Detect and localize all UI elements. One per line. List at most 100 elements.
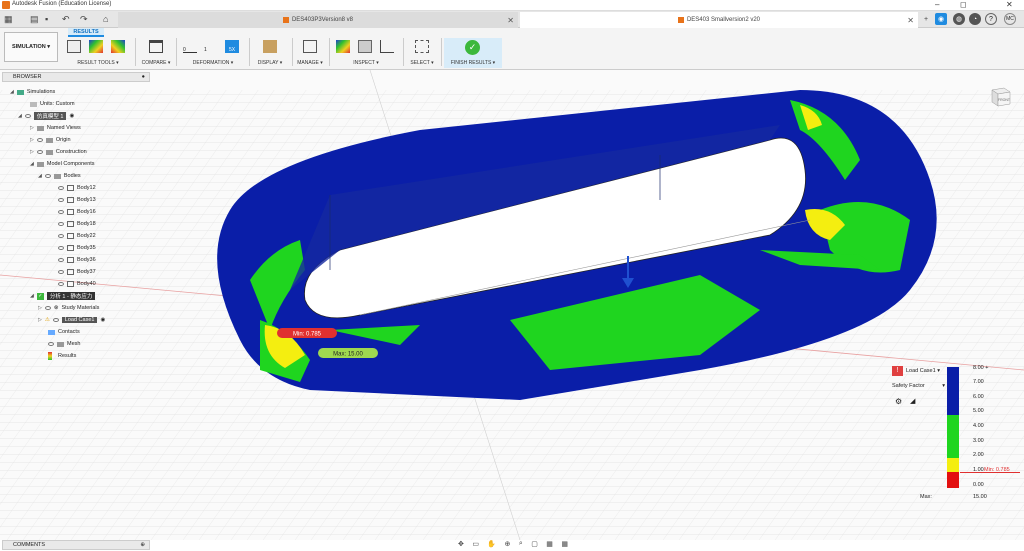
legend-options-icon[interactable]: ◢	[910, 397, 915, 405]
results-legend: ! Load Case1 ▾ Safety Factor ▾ ⚙ ◢ 8.00 …	[890, 363, 1024, 503]
redo-icon[interactable]: ↷	[80, 14, 88, 25]
user-avatar[interactable]: MC	[1004, 13, 1016, 25]
close-window-button[interactable]: ✕	[1006, 0, 1013, 9]
tab-des403-small[interactable]: DES403 Smallversion2 v20 ✕	[520, 12, 918, 28]
legend-color-bar	[947, 367, 959, 488]
tab-label: DES403P3Version8 v8	[291, 17, 354, 23]
browser-header[interactable]: BROWSER ●	[2, 72, 150, 82]
grid-settings-icon[interactable]: ▦	[546, 540, 553, 548]
minimize-button[interactable]: –	[935, 0, 939, 9]
max-probe[interactable]: Max: 15.00	[318, 348, 378, 358]
display-group[interactable]: DISPLAY ▾	[252, 38, 288, 68]
select-icon[interactable]	[415, 40, 429, 53]
pan-icon[interactable]: ✋	[487, 540, 496, 548]
workspace-switcher[interactable]: SIMULATION ▾	[4, 32, 58, 62]
save-icon[interactable]: ▪	[45, 14, 48, 24]
extensions-icon[interactable]: ◉	[935, 13, 947, 25]
tree-bodies[interactable]: ◢ Bodies	[38, 171, 81, 181]
tree-simulations[interactable]: ◢ Simulations	[10, 87, 55, 97]
notifications-icon[interactable]: ◔	[969, 13, 981, 25]
look-at-icon[interactable]: ▭	[472, 540, 479, 548]
probe-icon[interactable]	[336, 40, 350, 53]
help-button[interactable]: ?	[985, 13, 997, 25]
tab-results[interactable]: RESULTS	[68, 28, 104, 37]
legend-tick: 2.00	[973, 452, 984, 458]
viewports-icon[interactable]: ▦	[561, 540, 568, 548]
tree-body[interactable]: Body40	[58, 279, 96, 289]
view-cube[interactable]: FRONT	[988, 82, 1012, 108]
svg-text:Max: 15.00: Max: 15.00	[333, 352, 363, 358]
tree-mesh[interactable]: Mesh	[48, 339, 80, 349]
surface-plot-icon[interactable]	[111, 40, 125, 53]
deform-scale-icon[interactable]: 5X	[225, 40, 239, 53]
tree-body[interactable]: Body36	[58, 255, 96, 265]
home-icon[interactable]: ⌂	[103, 14, 108, 24]
result-tools-group[interactable]: RESULT TOOLS ▾	[63, 38, 133, 68]
undo-icon[interactable]: ↶	[62, 14, 70, 25]
browser-panel: BROWSER ● ◢ Simulations Units: Custom ◢ 仿真…	[0, 72, 151, 366]
legend-tick: 4.00	[973, 423, 984, 429]
manage-group[interactable]: MANAGE ▾	[294, 38, 326, 68]
svg-text:Min: 0.785: Min: 0.785	[293, 332, 322, 338]
deformation-group[interactable]: 0 1 5X DEFORMATION ▾	[180, 38, 246, 68]
legend-tick: 6.00	[973, 394, 984, 400]
result-table-icon[interactable]	[67, 40, 81, 53]
close-tab-button[interactable]: ✕	[907, 16, 914, 25]
tree-body[interactable]: Body35	[58, 243, 96, 253]
legend-tick: 0.00	[973, 482, 984, 488]
maximize-button[interactable]: ◻	[960, 0, 967, 9]
close-tab-button[interactable]: ✕	[507, 16, 514, 25]
tree-study[interactable]: ◢ ✓ 分析 1 - 静态应力	[30, 291, 96, 301]
finish-results-group[interactable]: ✓ FINISH RESULTS ▾	[444, 38, 502, 68]
design-cube-icon	[282, 17, 289, 23]
display-icon[interactable]	[263, 40, 277, 53]
tree-study-materials[interactable]: ▷ ⊗ Study Materials	[38, 303, 99, 313]
tree-load-case[interactable]: ▷ ⚠ Load Case1 ◉	[38, 315, 105, 325]
tree-body[interactable]: Body18	[58, 219, 96, 229]
manage-icon[interactable]	[303, 40, 317, 53]
select-group[interactable]: SELECT ▾	[406, 38, 438, 68]
tree-model-components[interactable]: ◢ Model Components	[30, 159, 95, 169]
compare-icon[interactable]	[149, 40, 163, 53]
fusion-logo-icon	[2, 1, 10, 9]
min-probe[interactable]: Min: 0.785	[277, 328, 337, 338]
tree-body[interactable]: Body37	[58, 267, 96, 277]
orbit-icon[interactable]: ✥	[458, 540, 464, 548]
new-tab-button[interactable]: +	[920, 13, 932, 25]
compare-group[interactable]: COMPARE ▾	[138, 38, 174, 68]
measure-icon[interactable]	[380, 40, 394, 53]
tree-results[interactable]: Results	[48, 351, 76, 361]
ribbon-toolbar: SIMULATION ▾ RESULTS RESULT TOOLS ▾ COMP…	[0, 28, 1024, 70]
tree-body[interactable]: Body13	[58, 195, 96, 205]
fit-icon[interactable]: ⌕	[519, 540, 523, 548]
zoom-icon[interactable]: ⊕	[505, 540, 511, 548]
section-icon[interactable]	[358, 40, 372, 53]
tree-construction[interactable]: ▷ Construction	[30, 147, 87, 157]
comments-panel[interactable]: COMMENTS ⊕	[2, 540, 150, 550]
job-status-icon[interactable]: ◍	[953, 13, 965, 25]
deform-off-icon[interactable]: 0	[183, 40, 197, 53]
tree-sim-model[interactable]: ◢ 仿真模型 1 ◉	[18, 111, 74, 121]
settings-gear-icon[interactable]: ⚙	[895, 397, 902, 406]
tree-body[interactable]: Body12	[58, 183, 96, 193]
browser-pin-icon[interactable]: ●	[142, 73, 145, 81]
deform-actual-icon[interactable]: 1	[204, 40, 218, 53]
tree-body[interactable]: Body16	[58, 207, 96, 217]
result-type-select[interactable]: Safety Factor ▾	[892, 383, 945, 389]
finish-check-icon[interactable]: ✓	[465, 40, 480, 55]
tab-des403p3[interactable]: DES403P3Version8 v8 ✕	[118, 12, 518, 28]
inspect-group[interactable]: INSPECT ▾	[332, 38, 400, 68]
display-settings-icon[interactable]: ▢	[531, 540, 538, 548]
tree-units[interactable]: Units: Custom	[30, 99, 75, 109]
tree-body[interactable]: Body22	[58, 231, 96, 241]
load-case-selector[interactable]: ! Load Case1 ▾	[892, 366, 940, 376]
comments-pin-icon[interactable]: ⊕	[140, 541, 145, 549]
tree-origin[interactable]: ▷ Origin	[30, 135, 71, 145]
graphics-viewport[interactable]: Min: 0.785 Max: 15.00	[0, 70, 1024, 540]
legend-max-value: 15.00	[973, 494, 987, 500]
file-menu-icon[interactable]: ▤	[30, 14, 39, 25]
plot-icon[interactable]	[89, 40, 103, 53]
data-panel-icon[interactable]: ▦	[4, 14, 13, 25]
tree-named-views[interactable]: ▷ Named Views	[30, 123, 81, 133]
tree-contacts[interactable]: Contacts	[48, 327, 80, 337]
